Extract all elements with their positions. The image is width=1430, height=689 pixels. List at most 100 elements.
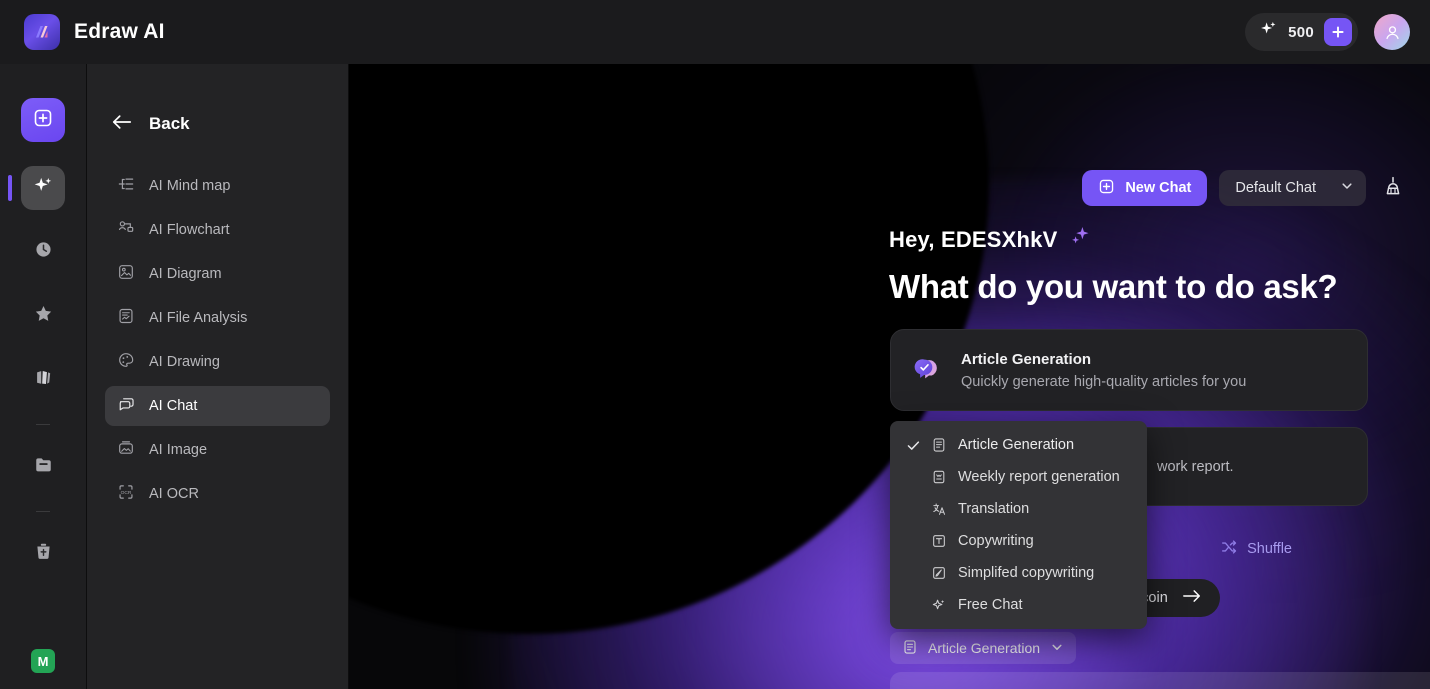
dropdown-item-label: Simplifed copywriting	[958, 565, 1095, 581]
app-body: M Back AI Mind map AI Flowchart AI Diagr…	[0, 64, 1430, 689]
dropdown-item-label: Free Chat	[958, 597, 1023, 613]
suggestion-card-subtitle: Quickly generate high-quality articles f…	[961, 373, 1247, 390]
dropdown-item-label: Copywriting	[958, 533, 1034, 549]
flowchart-icon	[117, 219, 135, 242]
sidebar-item-ai-chat[interactable]: AI Chat	[105, 386, 330, 426]
dropdown-item-free-chat[interactable]: Free Chat	[890, 589, 1147, 621]
rail-item-favorites[interactable]	[21, 294, 65, 338]
sparkle-icon	[1259, 20, 1278, 44]
sidebar-item-ai-image[interactable]: AI Image	[105, 430, 330, 470]
back-label: Back	[149, 114, 190, 133]
dropdown-item-translation[interactable]: Translation	[890, 493, 1147, 525]
chevron-down-icon	[1050, 640, 1064, 657]
plus-square-icon	[1098, 178, 1115, 199]
sidebar-item-ai-drawing[interactable]: AI Drawing	[105, 342, 330, 382]
suggestion-card-text: work report.	[1157, 458, 1234, 475]
sparkle-icon	[926, 597, 952, 613]
account-badge[interactable]: M	[31, 649, 55, 673]
chat-select[interactable]: Default Chat	[1219, 170, 1366, 206]
rail-item-new-document[interactable]	[21, 98, 65, 142]
back-button[interactable]: Back	[105, 92, 330, 156]
arrow-left-icon	[111, 113, 133, 136]
plus-square-icon	[32, 107, 54, 134]
shuffle-label: Shuffle	[1247, 541, 1292, 557]
sidebar-item-label: AI Diagram	[149, 266, 222, 282]
dropdown-item-copywriting[interactable]: Copywriting	[890, 525, 1147, 557]
credits-badge[interactable]: 500	[1245, 13, 1358, 51]
trash-icon	[33, 541, 54, 567]
ocr-icon: OCR	[117, 483, 135, 506]
dropdown-item-weekly-report-generation[interactable]: Weekly report generation	[890, 461, 1147, 493]
shuffle-button[interactable]: Shuffle	[1220, 538, 1292, 560]
chat-select-value: Default Chat	[1235, 180, 1316, 196]
suggestion-card-article-generation[interactable]: Article Generation Quickly generate high…	[890, 329, 1368, 411]
document-icon	[926, 437, 952, 453]
sidebar-item-label: AI File Analysis	[149, 310, 248, 326]
diagram-icon	[117, 263, 135, 286]
plus-icon[interactable]	[1324, 18, 1352, 46]
star-icon	[33, 303, 54, 329]
sidebar-item-ai-diagram[interactable]: AI Diagram	[105, 254, 330, 294]
model-dropdown-menu: Article Generation Weekly report generat…	[890, 421, 1147, 629]
text-box-icon	[926, 533, 952, 549]
sidebar-item-ai-mind-map[interactable]: AI Mind map	[105, 166, 330, 206]
dropdown-item-label: Article Generation	[958, 437, 1075, 453]
chat-bubbles-icon	[117, 395, 135, 418]
model-selector-label: Article Generation	[928, 640, 1041, 656]
avatar[interactable]	[1374, 14, 1410, 50]
dropdown-item-simplifed-copywriting[interactable]: Simplifed copywriting	[890, 557, 1147, 589]
rail-item-recent[interactable]	[21, 230, 65, 274]
clock-icon	[33, 239, 54, 265]
main-content: New Chat Default Chat Hey, EDESXhkV What…	[349, 64, 1430, 689]
sidebar-item-ai-ocr[interactable]: OCR AI OCR	[105, 474, 330, 514]
dropdown-item-label: Translation	[958, 501, 1030, 517]
greeting-hey-text: Hey, EDESXhkV	[889, 227, 1058, 252]
rail-item-ai-tools[interactable]	[8, 166, 65, 210]
article-generation-icon	[913, 353, 943, 388]
prompt-input-bar[interactable]	[890, 672, 1430, 689]
rail-divider	[36, 511, 50, 512]
main-area: New Chat Default Chat Hey, EDESXhkV What…	[349, 64, 1430, 689]
sparkles-icon	[32, 174, 55, 202]
rail-bottom: M	[31, 649, 55, 673]
sidebar-item-label: AI Drawing	[149, 354, 220, 370]
greeting: Hey, EDESXhkV What do you want to do ask…	[889, 224, 1338, 306]
sidebar-item-ai-file-analysis[interactable]: AI File Analysis	[105, 298, 330, 338]
edit-box-icon	[926, 565, 952, 581]
nav-list: AI Mind map AI Flowchart AI Diagram AI F…	[105, 166, 330, 514]
icon-rail: M	[0, 64, 87, 689]
nav-panel: Back AI Mind map AI Flowchart AI Diagram…	[87, 64, 349, 689]
chevron-down-icon	[1340, 179, 1354, 197]
sidebar-item-label: AI OCR	[149, 486, 199, 502]
document-icon	[902, 639, 918, 658]
chat-toolbar: New Chat Default Chat	[1082, 170, 1408, 206]
cards-icon	[33, 367, 54, 393]
sidebar-item-label: AI Chat	[149, 398, 198, 414]
edraw-logo-icon	[24, 14, 60, 50]
new-chat-label: New Chat	[1125, 180, 1192, 196]
palette-icon	[117, 351, 135, 374]
report-icon	[926, 469, 952, 485]
top-bar-right: 500	[1245, 13, 1410, 51]
suggestion-card-texts: Article Generation Quickly generate high…	[961, 351, 1246, 390]
brand[interactable]: Edraw AI	[24, 14, 165, 50]
rail-item-templates[interactable]	[21, 358, 65, 402]
rail-divider	[36, 424, 50, 425]
sparkles-icon	[1067, 224, 1093, 256]
mindmap-icon	[117, 175, 135, 198]
new-chat-button[interactable]: New Chat	[1082, 170, 1208, 206]
sidebar-item-label: AI Flowchart	[149, 222, 230, 238]
svg-text:OCR: OCR	[121, 490, 132, 496]
sidebar-item-ai-flowchart[interactable]: AI Flowchart	[105, 210, 330, 250]
greeting-hey: Hey, EDESXhkV	[889, 224, 1337, 256]
clear-chat-button[interactable]	[1378, 173, 1408, 203]
page-title: What do you want to do ask?	[889, 268, 1338, 305]
dropdown-item-article-generation[interactable]: Article Generation	[890, 429, 1147, 461]
model-selector-chip[interactable]: Article Generation	[890, 632, 1077, 664]
shuffle-icon	[1220, 538, 1238, 560]
broom-icon	[1382, 175, 1404, 202]
rail-item-trash[interactable]	[21, 532, 65, 576]
rail-item-files[interactable]	[21, 445, 65, 489]
app-root: Edraw AI 500 M Back AI Mind map AI Flowc…	[0, 0, 1430, 689]
arrow-right-icon	[1182, 588, 1202, 608]
